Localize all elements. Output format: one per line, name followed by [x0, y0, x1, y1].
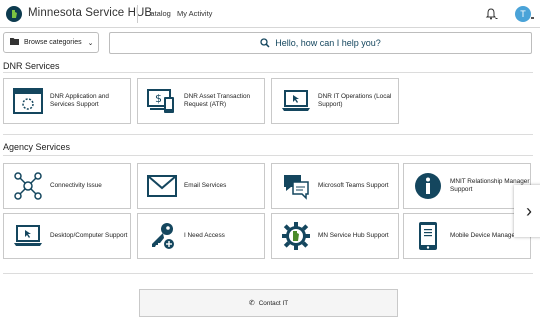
- search-prompt: Hello, how can I help you?: [275, 38, 381, 48]
- chat-bubbles-icon: [280, 170, 312, 202]
- header-divider: [137, 5, 138, 23]
- carousel-next-button[interactable]: ›: [514, 185, 540, 237]
- envelope-icon: [146, 170, 178, 202]
- divider: [3, 273, 533, 274]
- svg-text:$: $: [155, 92, 162, 105]
- card-label: DNR Application and Services Support: [50, 93, 109, 108]
- card-dnr-it-operations[interactable]: DNR IT Operations (Local Support): [271, 78, 399, 124]
- nav-catalog[interactable]: Catalog: [145, 9, 171, 18]
- laptop-cursor-icon: [280, 85, 312, 117]
- avatar[interactable]: T: [515, 6, 531, 22]
- search-input[interactable]: Hello, how can I help you?: [109, 32, 532, 54]
- folder-icon: [10, 38, 19, 47]
- network-nodes-icon: [12, 170, 44, 202]
- card-email-services[interactable]: Email Services: [137, 163, 265, 209]
- card-desktop-computer-support[interactable]: Desktop/Computer Support: [3, 213, 131, 259]
- contact-it-button[interactable]: ✆ Contact IT: [139, 289, 398, 317]
- money-device-icon: $: [146, 85, 178, 117]
- window-loading-icon: [12, 85, 44, 117]
- card-label: DNR Asset Transaction Request (ATR): [184, 93, 251, 108]
- chevron-down-icon: ⌄: [87, 39, 94, 47]
- card-mn-service-hub-support[interactable]: MN Service Hub Support: [271, 213, 399, 259]
- card-label: Connectivity Issue: [50, 182, 102, 189]
- gear-mn-icon: [280, 220, 312, 252]
- key-plus-icon: [146, 220, 178, 252]
- card-connectivity-issue[interactable]: Connectivity Issue: [3, 163, 131, 209]
- mobile-device-icon: [412, 220, 444, 252]
- divider: [3, 155, 533, 156]
- nav-my-activity[interactable]: My Activity: [177, 9, 212, 18]
- card-mnit-relationship-manager[interactable]: MNIT Relationship Manager Support: [403, 163, 531, 209]
- top-bar: Minnesota Service HUB Catalog My Activit…: [0, 0, 540, 28]
- chevron-right-icon: ›: [526, 200, 532, 221]
- card-label: Email Services: [184, 182, 227, 189]
- card-dnr-asset-transaction[interactable]: $ DNR Asset Transaction Request (ATR): [137, 78, 265, 124]
- card-mobile-device-management[interactable]: Mobile Device Management: [403, 213, 531, 259]
- phone-icon: ✆: [248, 300, 255, 307]
- avatar-caret-icon: [531, 17, 534, 19]
- card-i-need-access[interactable]: I Need Access: [137, 213, 265, 259]
- bell-icon[interactable]: [484, 7, 498, 21]
- mn-logo-icon[interactable]: [6, 6, 22, 22]
- browse-categories-label: Browse categories: [24, 39, 82, 46]
- card-label: Microsoft Teams Support: [318, 182, 389, 189]
- contact-it-label: Contact IT: [258, 299, 289, 307]
- card-dnr-application-support[interactable]: DNR Application and Services Support: [3, 78, 131, 124]
- section-title-agency: Agency Services: [3, 142, 71, 152]
- card-label: MN Service Hub Support: [318, 232, 389, 239]
- section-title-dnr: DNR Services: [3, 61, 60, 71]
- divider: [3, 134, 533, 135]
- laptop-cursor-icon: [12, 220, 44, 252]
- info-circle-icon: [412, 170, 444, 202]
- card-microsoft-teams-support[interactable]: Microsoft Teams Support: [271, 163, 399, 209]
- divider: [3, 72, 533, 73]
- card-label: I Need Access: [184, 232, 225, 239]
- app-title[interactable]: Minnesota Service HUB: [28, 7, 152, 19]
- search-icon: [260, 38, 270, 48]
- card-label: DNR IT Operations (Local Support): [318, 93, 392, 108]
- browse-categories-button[interactable]: Browse categories ⌄: [3, 32, 99, 53]
- card-label: Desktop/Computer Support: [50, 232, 128, 239]
